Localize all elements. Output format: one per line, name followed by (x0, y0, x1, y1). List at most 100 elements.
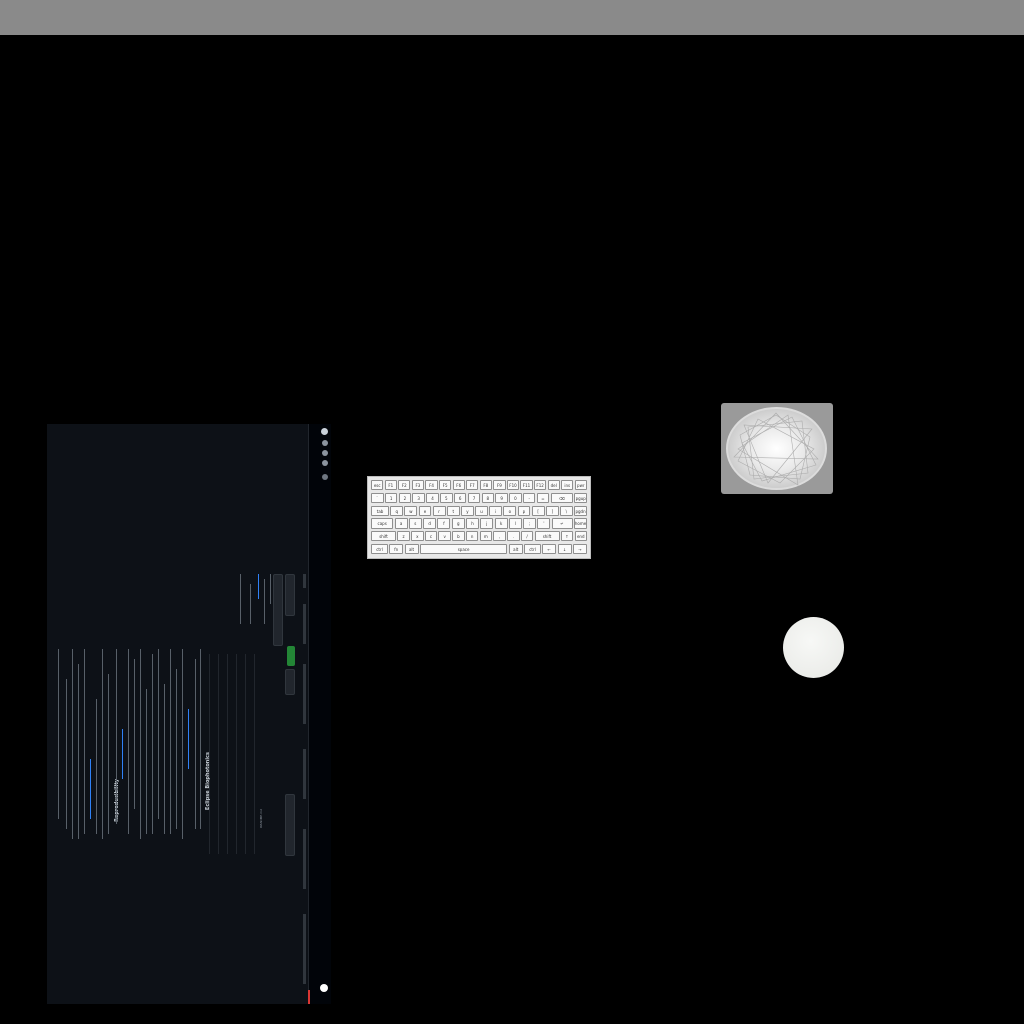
table-row[interactable] (254, 654, 257, 854)
avatar-icon[interactable] (320, 984, 328, 992)
key-5-2[interactable]: alt (404, 544, 419, 555)
key-1-3[interactable]: 3 (412, 492, 425, 503)
key-3-0[interactable]: caps (371, 518, 394, 529)
key-0-12[interactable]: F12 (533, 480, 547, 491)
key-0-2[interactable]: F2 (398, 480, 411, 491)
key-1-6[interactable]: 6 (453, 492, 467, 503)
search-file-input[interactable] (273, 574, 283, 646)
touchpad-widget[interactable] (721, 403, 833, 494)
key-1-0[interactable]: ` (371, 492, 384, 503)
key-0-3[interactable]: F3 (411, 480, 425, 491)
plus-icon[interactable] (322, 460, 328, 466)
key-2-7[interactable]: u (475, 505, 488, 516)
search-icon[interactable] (322, 440, 328, 446)
key-4-9[interactable]: . (507, 531, 520, 542)
key-4-3[interactable]: c (424, 531, 438, 542)
key-5-0[interactable]: ctrl (371, 544, 388, 555)
key-0-8[interactable]: F8 (479, 480, 492, 491)
key-1-13[interactable]: ⌫ (550, 492, 574, 503)
add-file-button[interactable] (285, 669, 295, 695)
key-0-10[interactable]: F10 (506, 480, 520, 491)
key-2-10[interactable]: p (517, 505, 531, 516)
key-1-5[interactable]: 5 (440, 492, 453, 503)
code-button[interactable] (287, 646, 295, 666)
key-4-1[interactable]: z (397, 531, 410, 542)
key-0-0[interactable]: esc (371, 480, 384, 491)
key-3-4[interactable]: f (437, 518, 451, 529)
key-0-5[interactable]: F5 (438, 480, 452, 491)
key-0-6[interactable]: F6 (452, 480, 465, 491)
key-1-7[interactable]: 7 (467, 492, 481, 503)
key-4-5[interactable]: b (452, 531, 465, 542)
key-3-8[interactable]: k (494, 518, 508, 529)
key-3-1[interactable]: a (394, 518, 408, 529)
key-0-7[interactable]: F7 (466, 480, 479, 491)
key-2-9[interactable]: o (503, 505, 517, 516)
key-2-13[interactable]: \ (559, 505, 573, 516)
key-0-9[interactable]: F9 (493, 480, 506, 491)
key-0-1[interactable]: F1 (384, 480, 397, 491)
key-4-8[interactable]: , (493, 531, 506, 542)
key-2-14[interactable]: pgdn (574, 505, 587, 516)
key-5-6[interactable]: ← (542, 544, 557, 555)
key-4-12[interactable]: ↑ (560, 531, 574, 542)
key-0-13[interactable]: del (547, 480, 560, 491)
table-row[interactable] (227, 654, 230, 854)
key-1-2[interactable]: 2 (398, 492, 412, 503)
key-2-8[interactable]: i (489, 505, 503, 516)
key-5-5[interactable]: ctrl (524, 544, 541, 555)
key-5-1[interactable]: fn (389, 544, 404, 555)
key-2-2[interactable]: w (404, 505, 418, 516)
key-3-12[interactable]: ↵ (551, 518, 573, 529)
key-4-2[interactable]: x (411, 531, 424, 542)
table-row[interactable] (245, 654, 248, 854)
branch-select-button[interactable] (285, 574, 295, 616)
key-5-8[interactable]: → (572, 544, 587, 555)
key-5-4[interactable]: alt (508, 544, 523, 555)
key-4-4[interactable]: v (438, 531, 451, 542)
key-2-11[interactable]: [ (531, 505, 545, 516)
key-1-4[interactable]: 4 (426, 492, 439, 503)
key-2-3[interactable]: e (418, 505, 432, 516)
key-2-0[interactable]: tab (371, 505, 390, 516)
table-row[interactable] (236, 654, 239, 854)
key-1-14[interactable]: pgup (574, 492, 587, 503)
key-1-1[interactable]: 1 (384, 492, 398, 503)
key-0-15[interactable]: pwr (574, 480, 587, 491)
key-2-12[interactable]: ] (545, 505, 559, 516)
key-2-1[interactable]: q (390, 505, 404, 516)
key-1-12[interactable]: = (536, 492, 550, 503)
key-0-4[interactable]: F4 (425, 480, 438, 491)
table-row[interactable] (218, 654, 221, 854)
key-5-7[interactable]: ↓ (557, 544, 572, 555)
key-4-6[interactable]: n (465, 531, 479, 542)
key-3-3[interactable]: d (423, 518, 437, 529)
key-4-7[interactable]: m (479, 531, 493, 542)
key-1-9[interactable]: 9 (495, 492, 508, 503)
menu-icon[interactable] (322, 474, 328, 480)
key-1-11[interactable]: - (522, 492, 536, 503)
key-2-6[interactable]: y (461, 505, 474, 516)
key-3-5[interactable]: g (451, 518, 465, 529)
key-4-0[interactable]: shift (371, 531, 397, 542)
key-2-5[interactable]: t (446, 505, 460, 516)
key-3-6[interactable]: h (466, 518, 480, 529)
key-3-9[interactable]: l (508, 518, 522, 529)
key-4-13[interactable]: end (574, 531, 587, 542)
cursor-dot[interactable] (783, 617, 844, 678)
key-4-11[interactable]: shift (534, 531, 560, 542)
key-0-14[interactable]: ins (561, 480, 574, 491)
bell-icon[interactable] (322, 450, 328, 456)
key-3-11[interactable]: ' (537, 518, 551, 529)
key-0-11[interactable]: F11 (520, 480, 533, 491)
key-5-3[interactable]: space (419, 544, 508, 555)
key-4-10[interactable]: / (520, 531, 534, 542)
key-3-13[interactable]: home (573, 518, 587, 529)
key-2-4[interactable]: r (432, 505, 446, 516)
key-3-7[interactable]: j (480, 518, 494, 529)
key-1-8[interactable]: 8 (481, 492, 495, 503)
github-logo-icon[interactable] (321, 428, 328, 435)
key-1-10[interactable]: 0 (509, 492, 522, 503)
key-3-2[interactable]: s (408, 518, 422, 529)
key-3-10[interactable]: ; (523, 518, 537, 529)
